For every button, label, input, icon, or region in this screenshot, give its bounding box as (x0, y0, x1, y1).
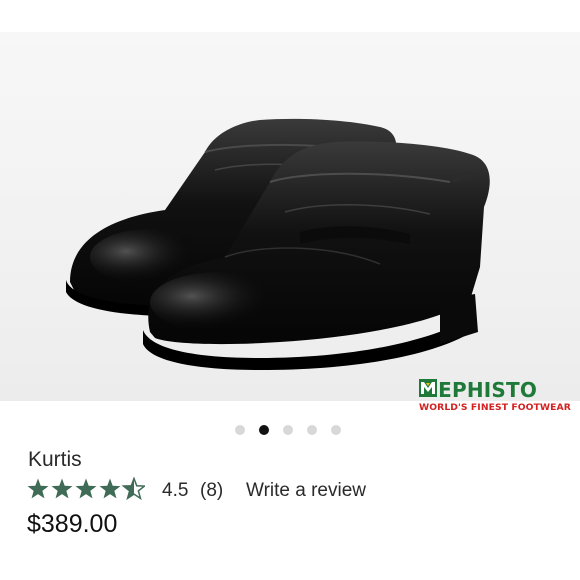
review-count[interactable]: (8) (200, 480, 223, 502)
rating-value: 4.5 (162, 480, 189, 501)
brand-logo: MEPHISTO WORLD'S FINEST FOOTWEAR (418, 378, 571, 418)
star-icon (75, 478, 97, 499)
loafer-pair-icon (66, 118, 490, 370)
carousel-dots[interactable] (235, 424, 341, 436)
product-image[interactable]: MEPHISTO WORLD'S FINEST FOOTWEAR (0, 32, 580, 413)
star-icon (51, 478, 73, 499)
carousel-dot[interactable] (331, 425, 341, 435)
brand-tagline: WORLD'S FINEST FOOTWEAR (419, 402, 571, 413)
star-icon (99, 478, 121, 499)
product-title: Kurtis (28, 448, 82, 471)
star-rating[interactable] (27, 477, 145, 501)
top-strip (0, 0, 580, 32)
product-price: $389.00 (27, 510, 118, 538)
carousel-dot[interactable] (307, 425, 317, 435)
carousel-dot[interactable] (235, 425, 245, 435)
write-review-link[interactable]: Write a review (246, 480, 366, 502)
carousel-dot[interactable] (283, 425, 293, 435)
carousel-dot[interactable] (259, 425, 269, 435)
mephisto-m-icon (419, 379, 437, 397)
star-icon (121, 477, 145, 501)
star-icon (27, 478, 49, 499)
